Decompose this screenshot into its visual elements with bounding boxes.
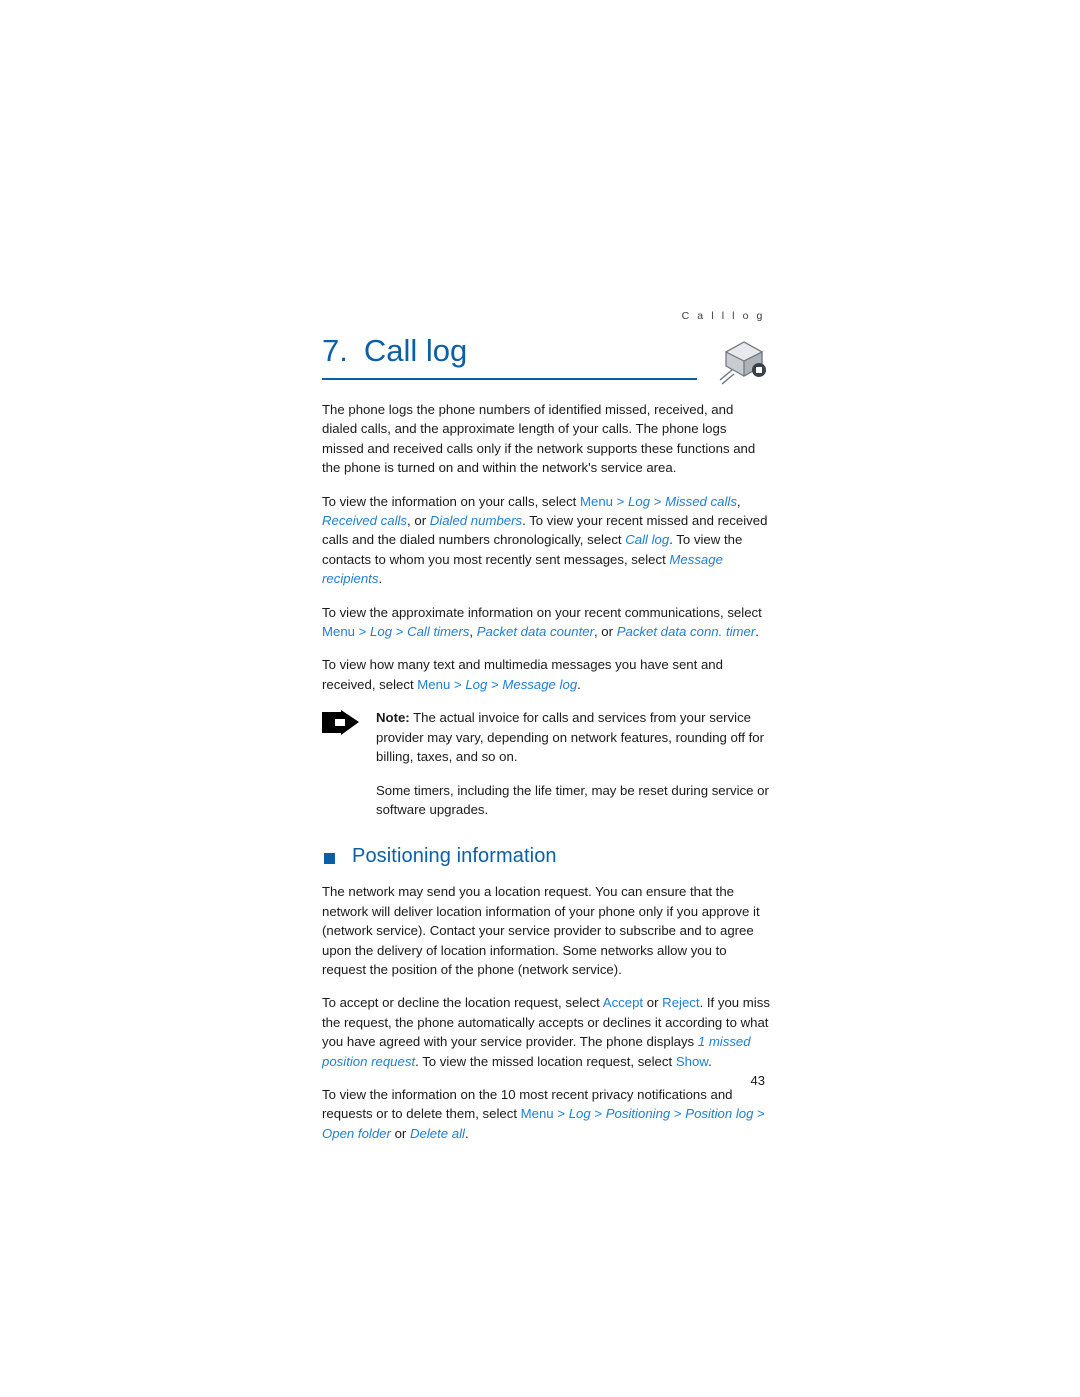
page-number: 43 [750,1073,765,1088]
separator: > [753,1106,765,1122]
section-heading-positioning-information: Positioning information [322,845,770,868]
paragraph-network-location-request: The network may send you a location requ… [322,884,760,977]
ui-positioning: Positioning [605,1106,671,1122]
ui-missed-calls: Missed calls [665,493,737,509]
note-arrow-icon [322,710,360,736]
text-fragment: . [755,624,759,640]
note-block: Note: The actual invoice for calls and s… [322,708,770,819]
ui-message-log: Message log [502,676,578,692]
paragraph-accept-decline: To accept or decline the location reques… [322,993,770,1071]
paragraph-intro: The phone logs the phone numbers of iden… [322,402,756,476]
separator: > [650,493,666,509]
note-text: Note: The actual invoice for calls and s… [376,708,770,766]
text-fragment: . [378,571,383,587]
ui-delete-all: Delete all [409,1125,465,1141]
ui-packet-data-conn-timer: Packet data conn. timer [616,624,756,640]
running-header: C a l l l o g [681,310,765,322]
ui-log: Log [370,624,393,640]
ui-call-timers: Call timers [407,624,470,640]
ui-reject: Reject [662,995,700,1011]
text-fragment: To accept or decline the location reques… [322,995,603,1011]
note-second-paragraph: Some timers, including the life timer, m… [376,782,769,817]
text-fragment: , [736,493,741,509]
ui-log: Log [628,493,651,509]
separator: > [450,676,466,692]
ui-open-folder: Open folder [322,1125,391,1141]
separator: > [670,1106,686,1122]
ui-packet-data-counter: Packet data counter [476,624,594,640]
section-heading-text: Positioning information [352,845,557,868]
separator: > [392,624,408,640]
paragraph-recent-communications: To view the approximate information on y… [322,603,770,642]
paragraph-message-log: To view how many text and multimedia mes… [322,655,770,694]
ui-log: Log [568,1106,591,1122]
title-divider [322,378,697,380]
square-bullet-icon [324,853,335,865]
paragraph-privacy-notifications: To view the information on the 10 most r… [322,1085,770,1143]
chapter-number: 7. [322,333,348,368]
text-fragment: , or [593,624,617,640]
chapter-title-text: Call log [363,333,468,368]
ui-position-log: Position log [685,1106,754,1122]
text-fragment: . [708,1053,712,1069]
ui-received-calls: Received calls [322,513,408,529]
separator: > [553,1106,569,1122]
ui-accept: Accept [602,995,644,1011]
separator: > [613,493,629,509]
ui-call-log: Call log [625,532,670,548]
text-fragment: or [390,1125,410,1141]
text-fragment: . [464,1125,469,1141]
ui-menu: Menu [417,676,451,692]
ui-menu: Menu [322,624,355,640]
ui-log: Log [465,676,488,692]
text-fragment: . [577,676,581,692]
body-column: The phone logs the phone numbers of iden… [322,400,770,1157]
paragraph-view-call-info: To view the information on your calls, s… [322,492,770,589]
ui-menu: Menu [520,1106,554,1122]
call-log-icon [718,340,770,386]
text-fragment: . To view the missed location request, s… [415,1053,676,1069]
ui-show: Show [675,1053,709,1069]
note-body: The actual invoice for calls and service… [376,710,765,765]
separator: > [590,1106,606,1122]
page-title: 7. Call log [322,333,467,369]
text-fragment: , or [407,513,430,529]
text-fragment: To view the approximate information on y… [322,604,762,620]
text-fragment: , [469,624,477,640]
separator: > [355,624,371,640]
text-fragment: or [643,995,663,1011]
text-fragment: To view the information on your calls, s… [322,493,581,509]
separator: > [487,676,503,692]
ui-menu: Menu [580,493,614,509]
document-page: C a l l l o g 7. Call log The phone logs … [0,0,1080,1397]
note-label: Note: [376,710,410,726]
ui-dialed-numbers: Dialed numbers [429,513,523,529]
